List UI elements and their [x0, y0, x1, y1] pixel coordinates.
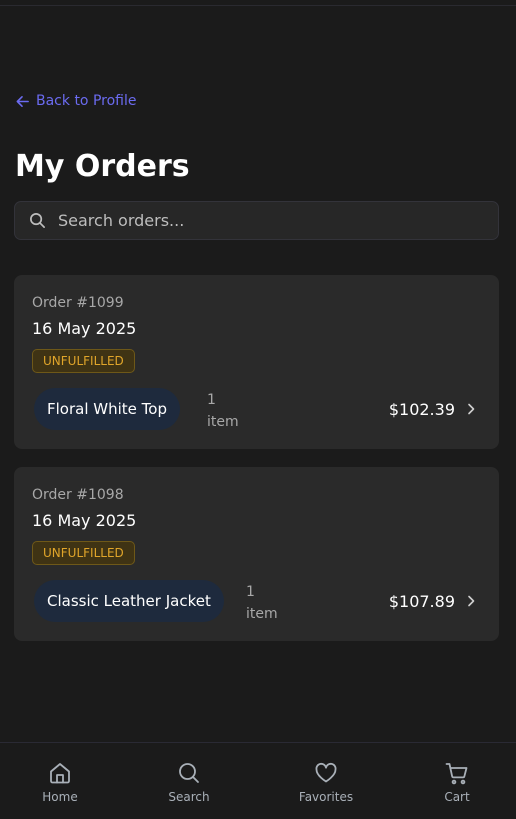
search-bar	[14, 201, 499, 240]
status-badge: UNFULFILLED	[32, 541, 135, 565]
order-number: Order #1098	[32, 487, 124, 503]
order-total: $107.89	[388, 592, 455, 611]
order-date: 16 May 2025	[32, 319, 137, 338]
heart-icon	[315, 762, 337, 783]
home-icon	[50, 763, 70, 784]
nav-item-home[interactable]: Home	[20, 760, 100, 804]
order-card[interactable]: Order #1098 16 May 2025 UNFULFILLED Clas…	[14, 467, 499, 641]
orders-screen: Back to Profile My Orders Order #1099 16…	[0, 0, 516, 819]
nav-item-favorites[interactable]: Favorites	[286, 760, 366, 804]
cart-icon	[445, 763, 468, 785]
item-count-number: 1	[246, 584, 255, 600]
search-icon	[30, 213, 45, 228]
item-count: 1 item	[207, 389, 247, 433]
order-date: 16 May 2025	[32, 511, 137, 530]
item-count: 1 item	[246, 581, 286, 625]
nav-label-cart: Cart	[444, 790, 470, 804]
item-count-number: 1	[207, 392, 216, 408]
back-link-label: Back to Profile	[36, 93, 137, 109]
search-input[interactable]	[58, 211, 498, 230]
chevron-right-icon	[468, 595, 475, 607]
page-title: My Orders	[15, 149, 190, 184]
bottom-nav: Home Search Favorites Cart	[0, 742, 516, 819]
nav-label-search: Search	[168, 790, 210, 804]
back-to-profile-link[interactable]: Back to Profile	[15, 93, 136, 109]
nav-label-home: Home	[42, 790, 78, 804]
search-icon	[179, 763, 199, 783]
product-pill: Floral White Top	[34, 388, 180, 430]
nav-label-favorites: Favorites	[298, 790, 354, 804]
order-number: Order #1099	[32, 295, 124, 311]
item-count-unit: item	[246, 606, 278, 622]
nav-item-search[interactable]: Search	[149, 760, 229, 804]
top-divider	[0, 5, 516, 6]
order-card[interactable]: Order #1099 16 May 2025 UNFULFILLED Flor…	[14, 275, 499, 449]
product-pill: Classic Leather Jacket	[34, 580, 224, 622]
arrow-left-icon	[16, 95, 29, 107]
item-count-unit: item	[207, 414, 239, 430]
nav-item-cart[interactable]: Cart	[417, 760, 497, 804]
chevron-right-icon	[468, 403, 475, 415]
status-badge: UNFULFILLED	[32, 349, 135, 373]
order-total: $102.39	[388, 400, 455, 419]
